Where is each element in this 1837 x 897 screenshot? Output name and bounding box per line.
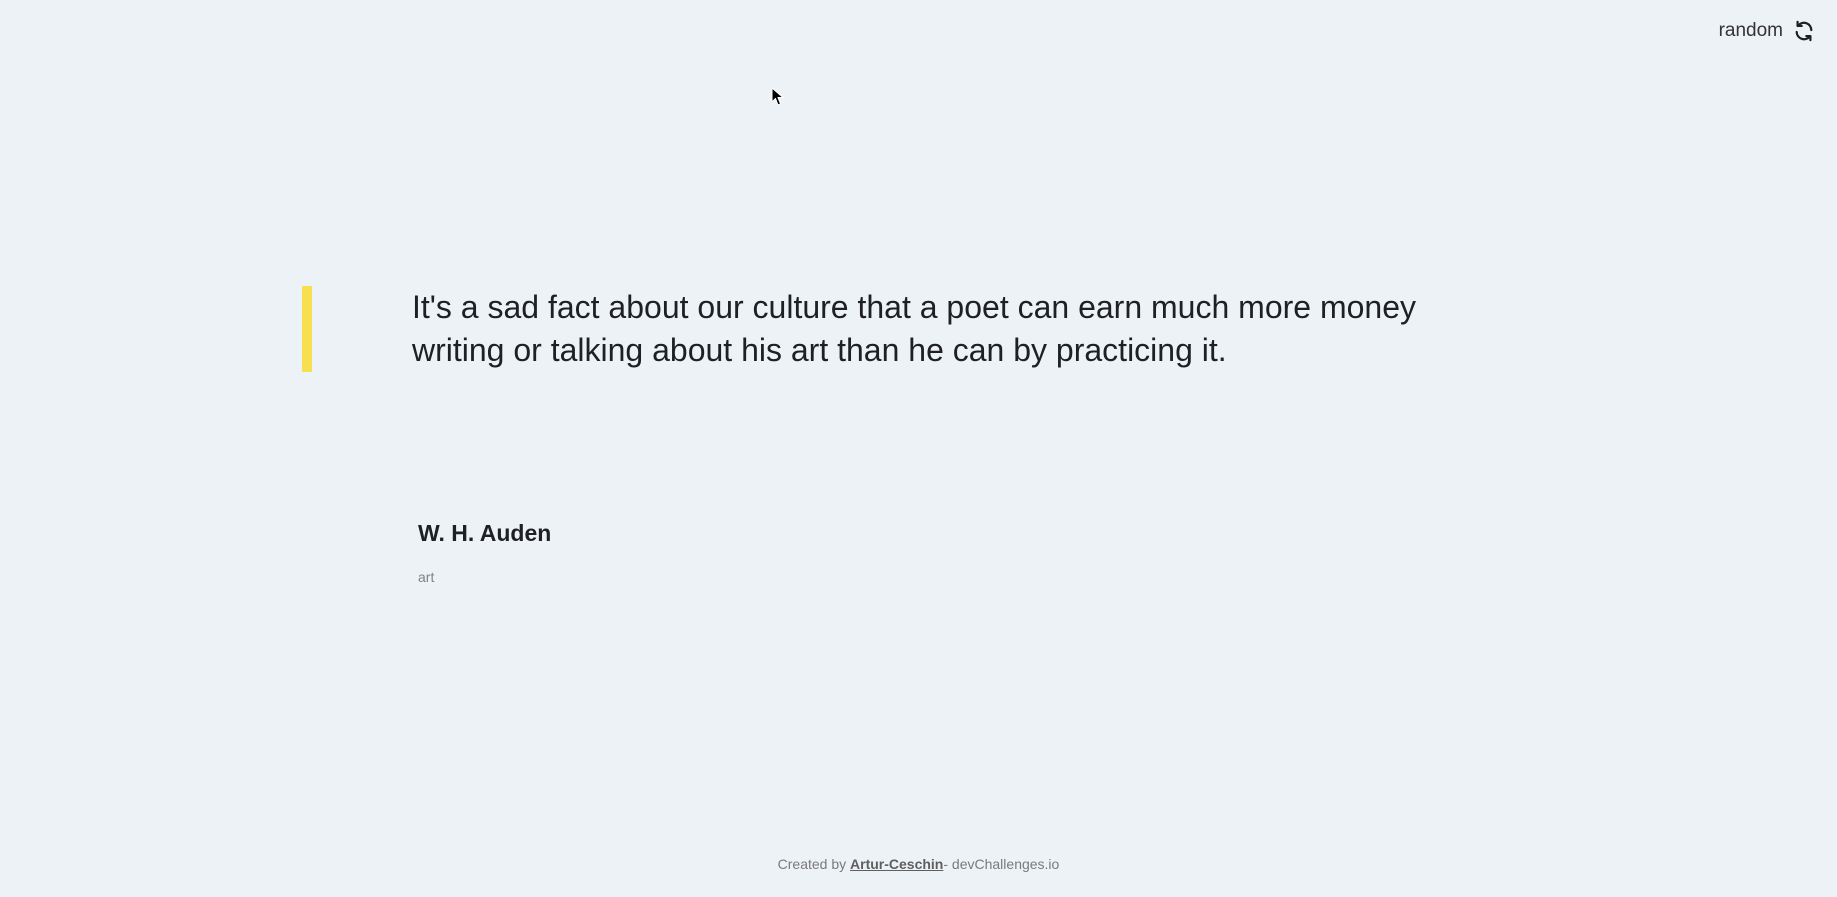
footer-prefix: Created by xyxy=(777,856,851,872)
random-label: random xyxy=(1718,20,1783,41)
footer-author-link[interactable]: Artur-Ceschin xyxy=(850,856,943,872)
author-genre: art xyxy=(418,569,435,585)
refresh-icon xyxy=(1793,20,1815,42)
footer: Created by Artur-Ceschin- devChallenges.… xyxy=(0,856,1837,872)
quote-accent-bar xyxy=(302,286,312,372)
author-block[interactable]: W. H. Auden art xyxy=(418,520,551,585)
page: random It's a sad fact about our culture… xyxy=(0,0,1837,897)
footer-suffix: - devChallenges.io xyxy=(943,856,1060,872)
quote-text: It's a sad fact about our culture that a… xyxy=(412,289,1416,368)
mouse-cursor-icon xyxy=(771,87,785,106)
author-name: W. H. Auden xyxy=(418,520,552,546)
quote-block: It's a sad fact about our culture that a… xyxy=(302,286,1502,372)
random-button[interactable]: random xyxy=(1719,20,1815,42)
